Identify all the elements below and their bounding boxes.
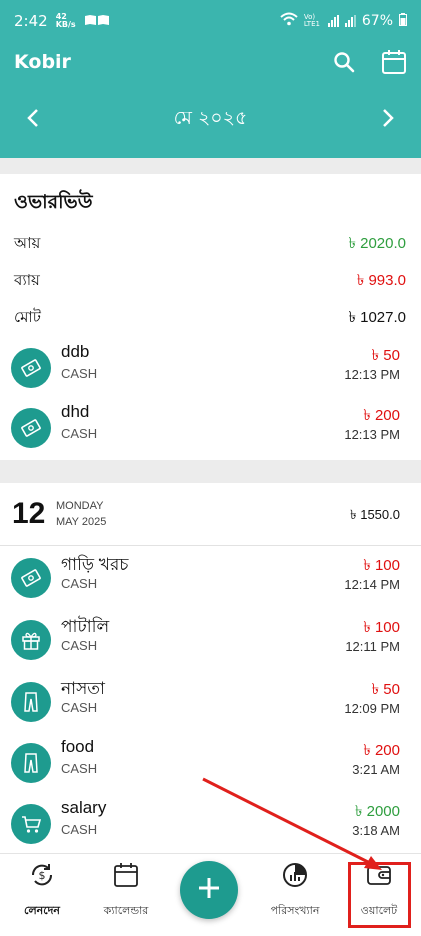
wallet-highlight-box: [348, 862, 411, 928]
transaction-time: 12:09 PM: [344, 701, 400, 716]
transaction-amount: ৳ 100: [363, 619, 400, 636]
transaction-amount: ৳ 200: [363, 742, 400, 759]
nav-transactions[interactable]: $ লেনদেন: [0, 862, 87, 921]
transaction-time: 3:18 AM: [352, 823, 400, 838]
network-label: Vo) LTE1: [303, 13, 320, 28]
nav-label: পরিসংখ্যান: [270, 904, 320, 917]
status-bar: 2:42 42 KB/s Vo) LTE1 67%: [0, 0, 421, 42]
expense-row: ব্যায় ৳ 993.0: [14, 269, 406, 294]
calendar-icon[interactable]: [381, 49, 407, 75]
battery-icon: [399, 12, 407, 30]
transaction-name: dhd: [61, 402, 90, 421]
money-icon: [11, 408, 51, 448]
transaction-name: food: [61, 737, 95, 756]
transaction-account: CASH: [61, 822, 98, 837]
svg-text:$: $: [39, 869, 46, 882]
transaction-account: CASH: [61, 638, 98, 653]
plus-icon: [197, 876, 221, 904]
month-label: মে ২০২৫: [173, 107, 248, 129]
transactions-icon: $: [29, 862, 55, 892]
book-icon: [84, 12, 110, 30]
day-weekday: MONDAY: [56, 500, 104, 512]
gift-icon: [11, 620, 51, 660]
nav-statistics[interactable]: পরিসংখ্যান: [250, 862, 340, 921]
day-number: 12: [12, 497, 46, 530]
transaction-amount: ৳ 50: [371, 681, 400, 698]
app-title: Kobir: [14, 51, 71, 73]
transaction-account: CASH: [61, 761, 98, 776]
app-bar: Kobir: [0, 42, 421, 82]
total-row: মোট ৳ 1027.0: [14, 306, 406, 331]
divider: [0, 545, 421, 546]
transaction-name: salary: [61, 798, 107, 817]
expense-label: ব্যায়: [14, 271, 40, 289]
pants-icon: [11, 743, 51, 783]
cart-icon: [11, 804, 51, 844]
money-icon: [11, 348, 51, 388]
total-value: ৳ 1027.0: [348, 309, 406, 326]
nav-calendar[interactable]: ক্যালেন্ডার: [81, 862, 171, 921]
transaction-amount: ৳ 50: [371, 347, 400, 364]
transaction-amount: ৳ 200: [363, 407, 400, 424]
transaction-account: CASH: [61, 700, 98, 715]
income-value: ৳ 2020.0: [348, 235, 406, 252]
nav-label: ক্যালেন্ডার: [103, 904, 149, 917]
chevron-right-icon[interactable]: [375, 105, 401, 135]
list-item[interactable]: salary CASH ৳ 2000 3:18 AM: [0, 794, 421, 854]
transaction-time: 3:21 AM: [352, 762, 400, 777]
list-item[interactable]: ddb CASH ৳ 50 12:13 PM: [0, 338, 421, 398]
income-row: আয় ৳ 2020.0: [14, 232, 406, 257]
transaction-time: 12:13 PM: [344, 367, 400, 382]
calendar-icon: [113, 862, 139, 892]
chevron-left-icon[interactable]: [20, 105, 46, 135]
network-speed: 42 KB/s: [55, 12, 76, 29]
search-icon[interactable]: [331, 49, 357, 75]
expense-value: ৳ 993.0: [356, 272, 406, 289]
status-time: 2:42: [14, 12, 48, 30]
transaction-amount: ৳ 100: [363, 557, 400, 574]
list-item[interactable]: গাড়ি খরচ CASH ৳ 100 12:14 PM: [0, 548, 421, 608]
stats-icon: [282, 862, 308, 892]
overview-title: ওভারভিউ: [14, 191, 93, 213]
wifi-icon: [280, 12, 298, 30]
transaction-time: 12:11 PM: [345, 639, 400, 654]
transaction-account: CASH: [61, 426, 98, 441]
list-item[interactable]: dhd CASH ৳ 200 12:13 PM: [0, 398, 421, 458]
battery-text: 67%: [361, 13, 393, 29]
day-total: ৳ 1550.0: [350, 507, 400, 522]
transaction-name: ddb: [61, 342, 90, 361]
month-navigator: মে ২০২৫: [0, 82, 421, 158]
overview-card: ওভারভিউ আয় ৳ 2020.0 ব্যায় ৳ 993.0 মোট …: [0, 174, 421, 460]
transaction-time: 12:14 PM: [344, 577, 400, 592]
add-transaction-button[interactable]: [180, 861, 238, 919]
total-label: মোট: [14, 308, 41, 326]
day-month-year: MAY 2025: [56, 516, 107, 528]
transaction-account: CASH: [61, 366, 98, 381]
nav-label: লেনদেন: [24, 904, 60, 917]
money-icon: [11, 558, 51, 598]
income-label: আয়: [14, 234, 41, 252]
day-card: 12 MONDAY MAY 2025 ৳ 1550.0 গাড়ি খরচ CA…: [0, 483, 421, 853]
signal-icon: [327, 15, 339, 27]
pants-icon: [11, 682, 51, 722]
transaction-time: 12:13 PM: [344, 427, 400, 442]
transaction-account: CASH: [61, 576, 98, 591]
list-item[interactable]: food CASH ৳ 200 3:21 AM: [0, 733, 421, 793]
list-item[interactable]: নাসতা CASH ৳ 50 12:09 PM: [0, 672, 421, 732]
transaction-amount: ৳ 2000: [354, 803, 400, 820]
list-item[interactable]: পাটালি CASH ৳ 100 12:11 PM: [0, 610, 421, 670]
signal-icon-2: [344, 15, 356, 27]
